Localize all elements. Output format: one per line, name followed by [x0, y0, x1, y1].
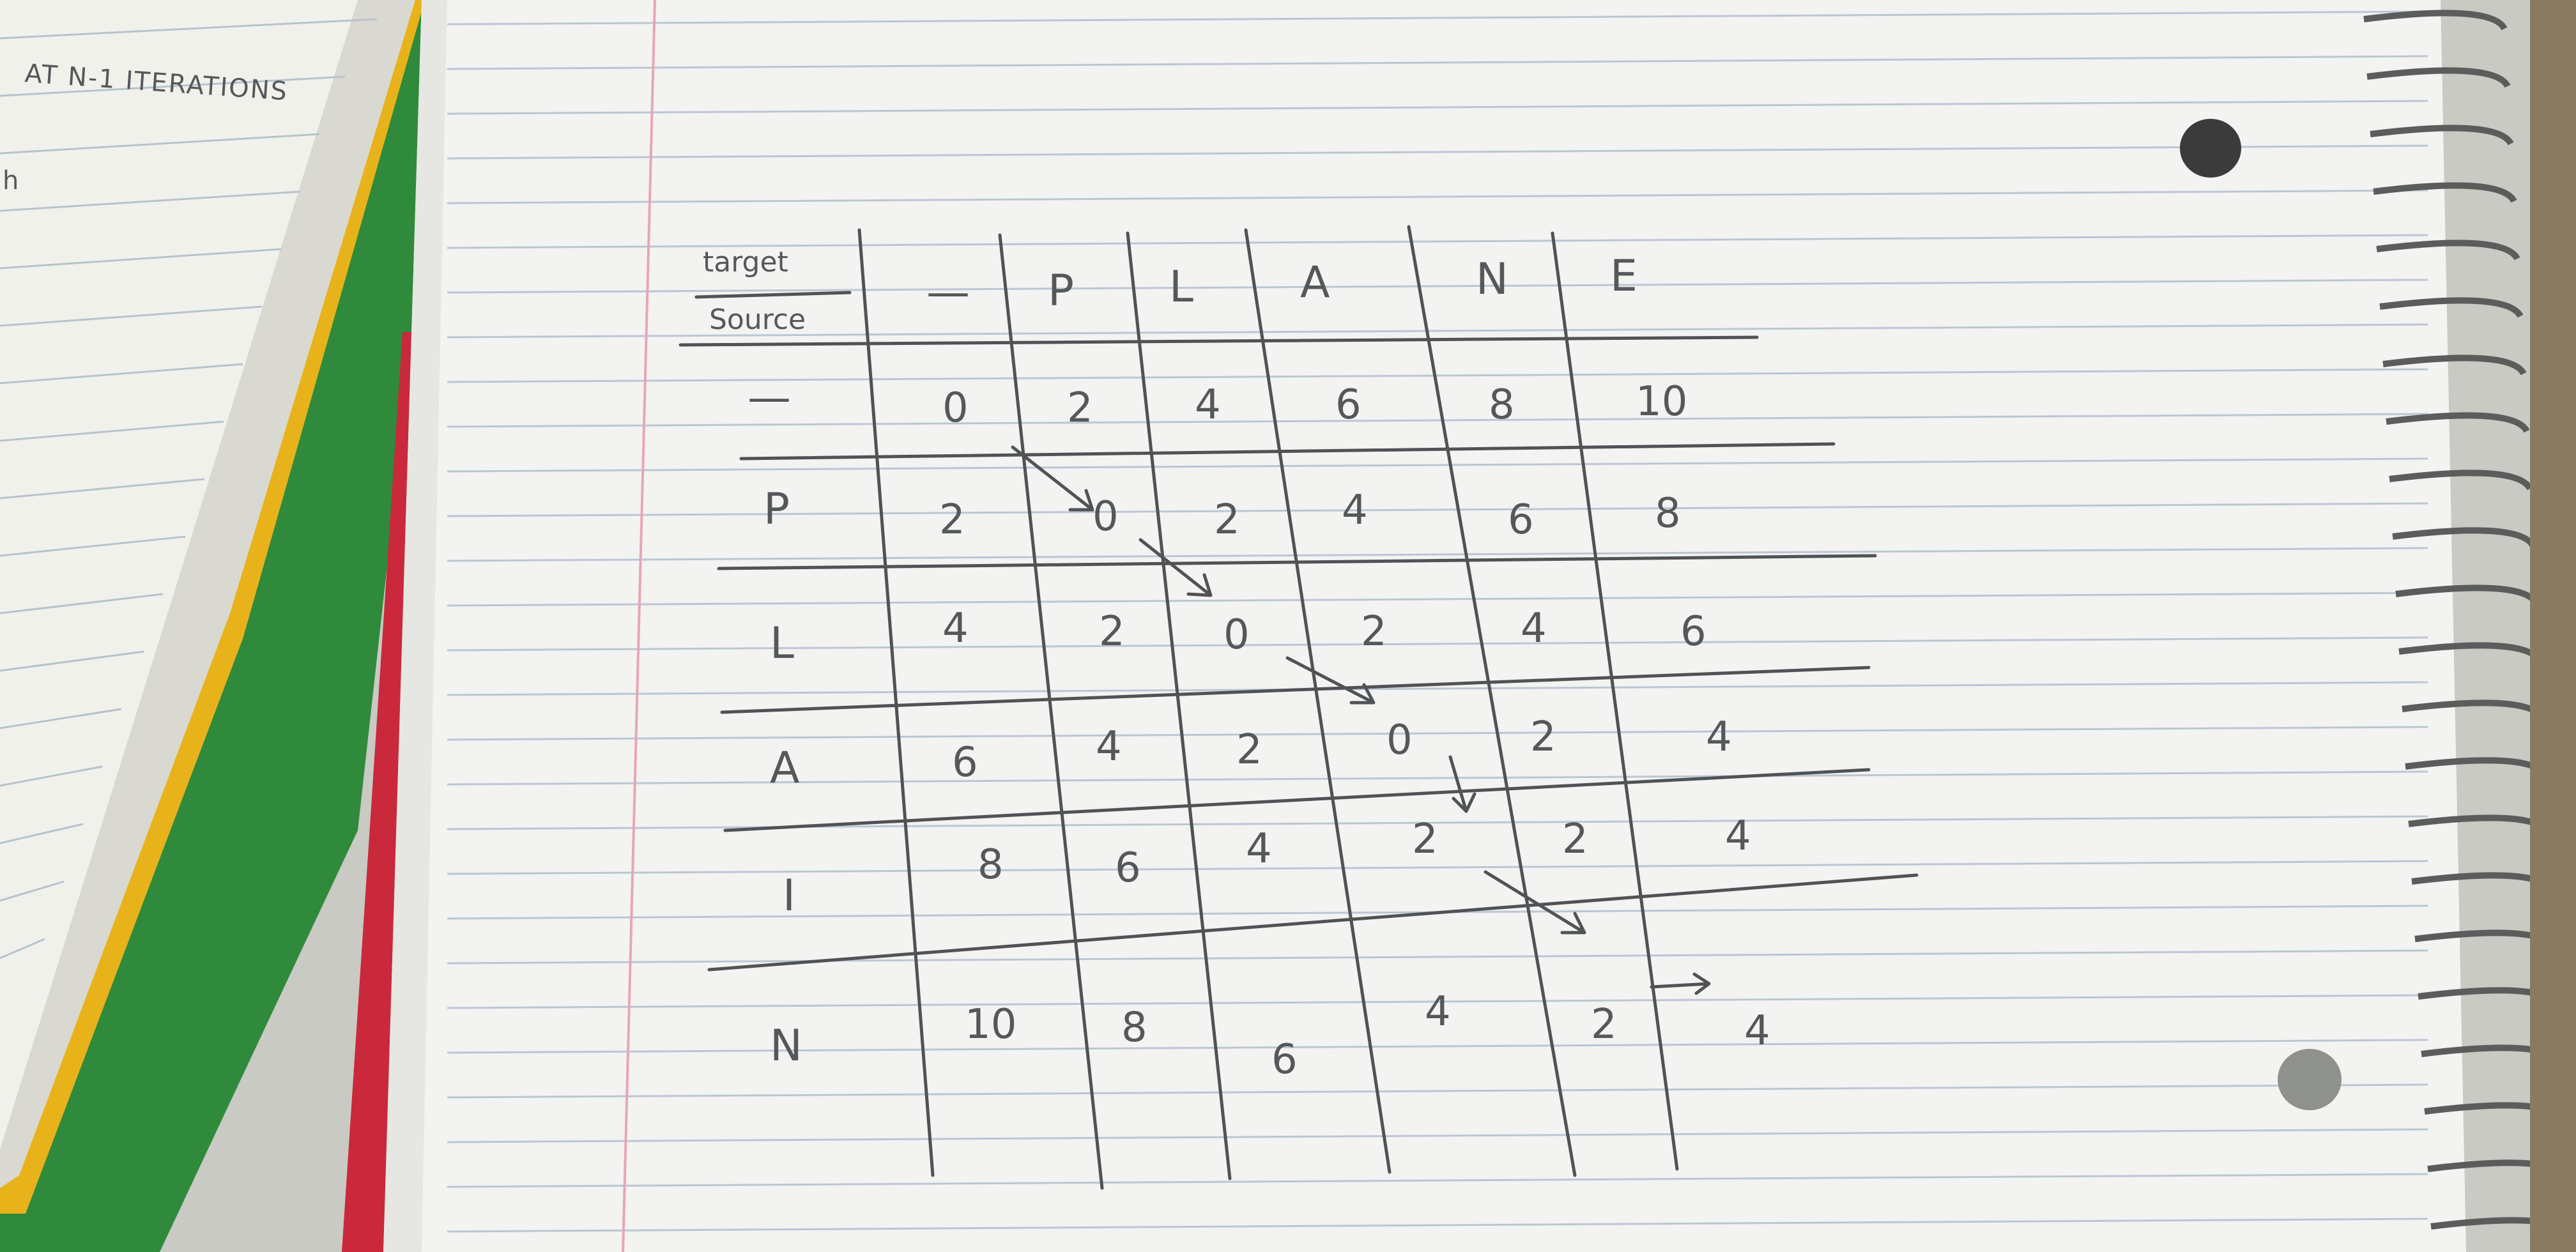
cell-3-2: 2 — [1236, 726, 1262, 774]
corner-source-label: Source — [709, 303, 806, 336]
row-label-0: — — [747, 372, 791, 423]
cell-2-3: 2 — [1361, 608, 1387, 655]
cell-2-0: 4 — [942, 605, 969, 652]
cell-5-5: 4 — [1744, 1007, 1770, 1055]
row-label-5: N — [770, 1021, 802, 1071]
cell-4-0: 8 — [977, 841, 1004, 889]
cell-0-4: 8 — [1489, 381, 1515, 429]
cell-0-5: 10 — [1636, 378, 1687, 425]
cell-2-1: 2 — [1099, 608, 1125, 655]
cell-0-2: 4 — [1195, 381, 1221, 429]
cell-4-3: 2 — [1412, 816, 1438, 863]
row-label-1: P — [763, 484, 790, 535]
cell-0-1: 2 — [1067, 385, 1093, 432]
cell-5-0: 10 — [965, 1001, 1016, 1048]
col-header-4: N — [1476, 254, 1508, 305]
cell-0-3: 6 — [1335, 381, 1361, 429]
cell-4-5: 4 — [1725, 813, 1751, 860]
cell-1-5: 8 — [1655, 490, 1681, 537]
main-notebook-page — [383, 0, 2466, 1252]
cell-1-3: 4 — [1342, 487, 1368, 534]
col-header-0: — — [926, 267, 970, 317]
col-header-3: A — [1300, 257, 1330, 308]
row-label-4: I — [783, 871, 795, 921]
punch-hole-bottom — [2278, 1049, 2342, 1110]
cell-2-2: 0 — [1223, 611, 1250, 659]
cell-1-2: 2 — [1214, 496, 1240, 544]
cell-3-0: 6 — [952, 739, 978, 786]
cell-1-1: 0 — [1092, 493, 1119, 540]
col-header-2: L — [1169, 262, 1193, 312]
notebook-photo: AT N-1 ITERATIONS h target Source — P L … — [0, 0, 2576, 1252]
cell-0-0: 0 — [942, 385, 969, 432]
corner-target-label: target — [703, 246, 788, 279]
col-header-5: E — [1610, 251, 1637, 302]
cell-4-2: 4 — [1246, 825, 1272, 873]
cell-5-1: 8 — [1121, 1004, 1147, 1051]
cell-3-5: 4 — [1706, 714, 1732, 761]
cell-1-4: 6 — [1508, 496, 1534, 544]
cell-4-4: 2 — [1562, 816, 1588, 863]
cell-2-4: 4 — [1521, 605, 1547, 652]
col-header-1: P — [1048, 266, 1074, 316]
cell-5-4: 2 — [1591, 1001, 1617, 1048]
cell-3-4: 2 — [1530, 714, 1556, 761]
left-notebook-stray-mark: h — [3, 166, 20, 195]
cell-4-1: 6 — [1115, 844, 1141, 892]
cell-1-0: 2 — [939, 496, 965, 544]
punch-hole-top — [2180, 119, 2241, 178]
cell-2-5: 6 — [1680, 608, 1706, 655]
spiral-shadow — [2530, 0, 2576, 1252]
row-label-2: L — [770, 618, 794, 669]
cell-5-2: 6 — [1271, 1036, 1298, 1083]
cell-3-1: 4 — [1096, 723, 1122, 770]
row-label-3: A — [770, 743, 800, 793]
cell-3-3: 0 — [1386, 717, 1413, 764]
cell-5-3: 4 — [1425, 988, 1451, 1035]
